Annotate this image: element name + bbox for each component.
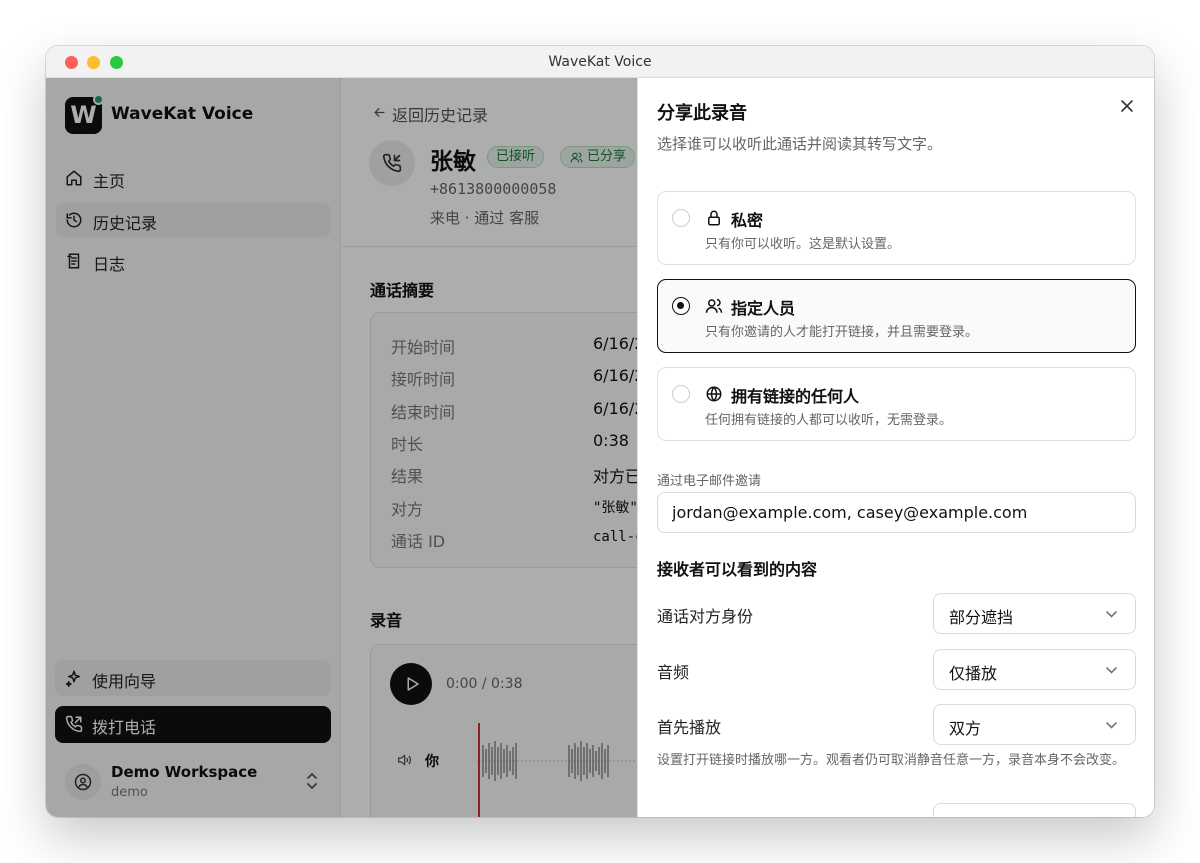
share-panel: 分享此录音 选择谁可以收听此通话并阅读其转写文字。 私密 只有你可以收听。这是默… xyxy=(637,78,1154,817)
email-field[interactable] xyxy=(657,492,1136,533)
window-title: WaveKat Voice xyxy=(548,54,652,70)
option-description: 任何拥有链接的人都可以收听，无需登录。 xyxy=(705,413,953,428)
select-value: 仅播放 xyxy=(949,664,998,683)
radio-button[interactable] xyxy=(672,297,690,315)
option-title: 私密 xyxy=(731,211,764,230)
panel-title: 分享此录音 xyxy=(657,103,747,124)
option-title: 指定人员 xyxy=(731,299,796,318)
select-value: 双方 xyxy=(949,719,982,738)
lock-icon xyxy=(708,210,720,226)
option-specific-people[interactable]: 指定人员 只有你邀请的人才能打开链接，并且需要登录。 xyxy=(657,279,1136,353)
panel-description: 选择谁可以收听此通话并阅读其转写文字。 xyxy=(657,135,943,153)
chevron-down-icon xyxy=(1106,667,1117,674)
title-bar: WaveKat Voice xyxy=(46,46,1154,78)
setting-label: 音频 xyxy=(657,663,690,682)
chevron-down-icon xyxy=(1106,611,1117,618)
visible-content-title: 接收者可以看到的内容 xyxy=(657,560,818,579)
modal-backdrop[interactable] xyxy=(46,78,637,817)
option-description: 只有你可以收听。这是默认设置。 xyxy=(705,237,901,252)
option-title: 拥有链接的任何人 xyxy=(731,387,860,406)
setting-label: 通话对方身份 xyxy=(657,607,754,626)
users-icon xyxy=(705,298,723,313)
first-play-hint: 设置打开链接时播放哪一方。观看者仍可取消静音任意一方，录音本身不会改变。 xyxy=(657,753,1126,768)
close-icon[interactable] xyxy=(1120,99,1134,113)
audio-select[interactable]: 仅播放 xyxy=(933,649,1136,690)
first-play-select[interactable]: 双方 xyxy=(933,704,1136,745)
option-description: 只有你邀请的人才能打开链接，并且需要登录。 xyxy=(705,325,979,340)
identity-select[interactable]: 部分遮挡 xyxy=(933,593,1136,634)
setting-label: 首先播放 xyxy=(657,718,722,737)
globe-icon xyxy=(706,386,722,402)
option-private[interactable]: 私密 只有你可以收听。这是默认设置。 xyxy=(657,191,1136,265)
app-window: WaveKat Voice W WaveKat Voice 主页 历史记录 日志… xyxy=(46,46,1154,817)
radio-button[interactable] xyxy=(672,209,690,227)
next-select[interactable] xyxy=(933,803,1136,817)
select-value: 部分遮挡 xyxy=(949,608,1014,627)
option-anyone-with-link[interactable]: 拥有链接的任何人 任何拥有链接的人都可以收听，无需登录。 xyxy=(657,367,1136,441)
email-field-label: 通过电子邮件邀请 xyxy=(657,474,762,489)
chevron-down-icon xyxy=(1106,722,1117,729)
app-body: W WaveKat Voice 主页 历史记录 日志 使用向导 拨打电话 Dem… xyxy=(46,78,1154,817)
radio-button[interactable] xyxy=(672,385,690,403)
